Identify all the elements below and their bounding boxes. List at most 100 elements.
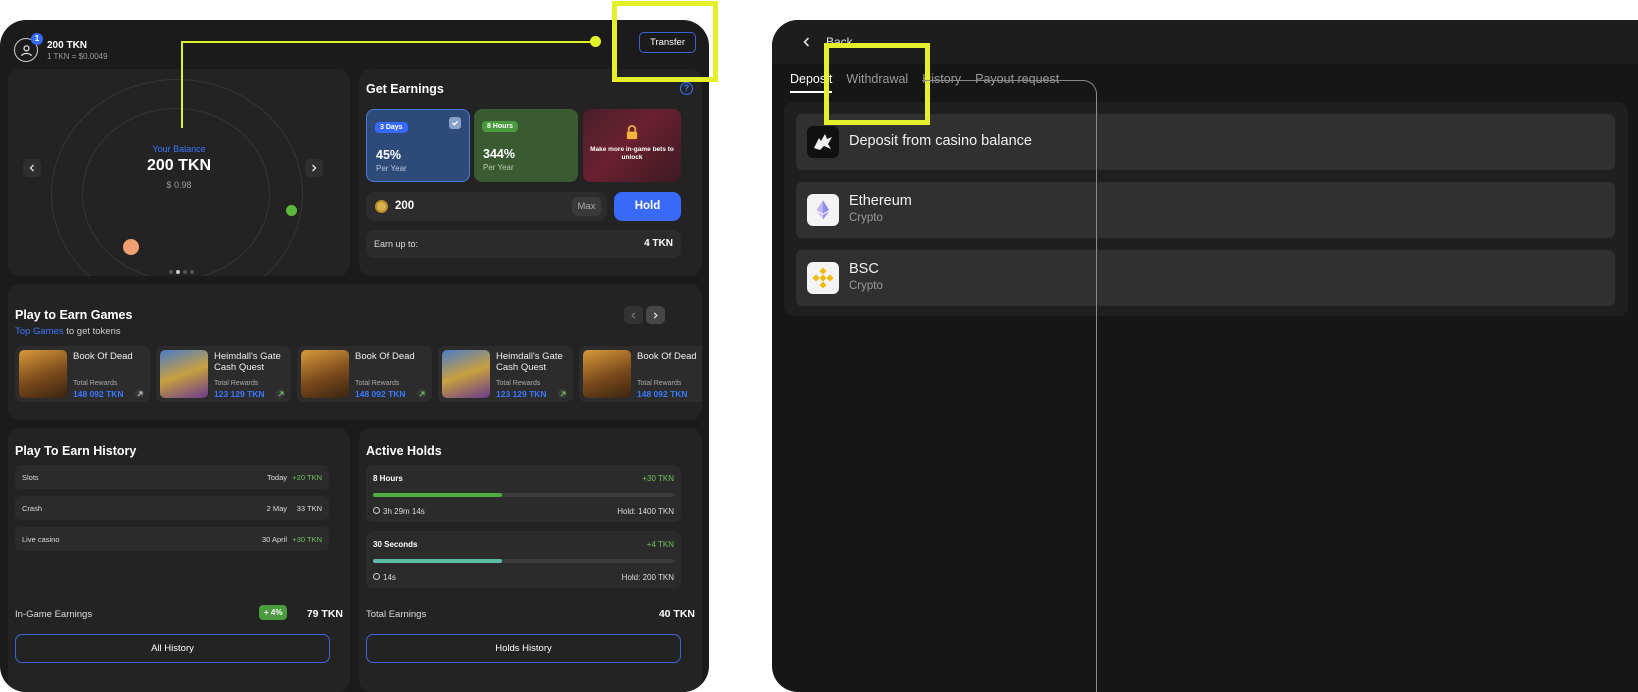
history-row: Slots Today +20 TKN <box>15 465 329 489</box>
holds-history-button[interactable]: Holds History <box>366 634 681 663</box>
plan-per: Per Year <box>483 163 514 172</box>
open-arrow-icon[interactable] <box>135 389 144 398</box>
earn-dashboard-panel: 1 200 TKN 1 TKN = $0.0049 Transfer Your … <box>0 20 709 692</box>
profile-button[interactable]: 1 <box>14 33 43 62</box>
rewards-label: Total Rewards <box>73 380 118 387</box>
orbit-orb <box>123 239 139 255</box>
chevron-left-icon <box>631 311 636 319</box>
balance-card: Your Balance 200 TKN $ 0.98 <box>8 69 350 276</box>
games-subtitle: Top Games to get tokens <box>15 326 121 337</box>
plan-rate: 344% <box>483 147 515 161</box>
history-row: Live casino 30 April +30 TKN <box>15 527 329 551</box>
game-thumbnail <box>160 350 208 398</box>
game-card[interactable]: Heimdall's Gate Cash Quest Total Rewards… <box>156 346 291 402</box>
carousel-dots[interactable] <box>169 270 194 274</box>
chevron-right-icon <box>653 311 658 319</box>
all-history-button[interactable]: All History <box>15 634 330 663</box>
top-games-link[interactable]: Top Games <box>15 326 64 337</box>
deposit-option-ethereum[interactable]: Ethereum Crypto <box>796 182 1615 238</box>
check-icon <box>449 117 461 129</box>
game-thumbnail <box>301 350 349 398</box>
game-thumbnail <box>442 350 490 398</box>
card-title: Get Earnings <box>366 82 444 96</box>
deposit-option-bsc[interactable]: BSC Crypto <box>796 250 1615 306</box>
games-carousel[interactable]: Book Of Dead Total Rewards 148 092 TKN H… <box>15 346 702 402</box>
open-arrow-icon[interactable] <box>558 389 567 398</box>
play-to-earn-games-card: Play to Earn Games Top Games to get toke… <box>8 284 702 420</box>
connector-line <box>1096 94 1097 692</box>
lock-icon <box>626 125 638 140</box>
clock-icon <box>373 507 380 514</box>
header: 1 200 TKN 1 TKN = $0.0049 <box>14 33 108 66</box>
rewards-value: 148 092 TKN <box>637 389 688 399</box>
play-to-earn-history-card: Play To Earn History Slots Today +20 TKN… <box>8 428 350 692</box>
orbit-orb <box>286 205 297 216</box>
back-arrow-icon[interactable] <box>802 37 812 47</box>
earn-up-value: 4 TKN <box>644 238 673 249</box>
clock-icon <box>373 573 380 580</box>
hold-progress <box>373 559 674 563</box>
open-arrow-icon[interactable] <box>276 389 285 398</box>
rewards-value: 148 092 TKN <box>73 389 124 399</box>
max-button[interactable]: Max <box>572 197 601 216</box>
option-type: Crypto <box>849 212 883 224</box>
header-balance: 200 TKN <box>47 39 88 51</box>
earn-up-label: Earn up to: <box>374 239 419 249</box>
next-button[interactable] <box>305 159 323 177</box>
card-title: Active Holds <box>366 444 442 458</box>
game-thumbnail <box>19 350 67 398</box>
connector-line <box>922 80 1097 110</box>
orbit-ring <box>82 108 270 276</box>
rewards-value: 123 129 TKN <box>496 389 547 399</box>
lion-logo-icon <box>807 126 839 158</box>
hold-progress <box>373 493 674 497</box>
user-icon <box>20 44 32 56</box>
chevron-right-icon <box>312 164 317 172</box>
header-rate: 1 TKN = $0.0049 <box>47 51 108 61</box>
game-title: Book Of Dead <box>73 351 133 362</box>
balance-label: Your Balance <box>152 144 206 154</box>
plan-chip: 8 Hours <box>482 121 519 132</box>
option-name: Deposit from casino balance <box>849 133 1032 149</box>
hold-item: 30 Seconds +4 TKN 14s Hold: 200 TKN <box>366 531 681 588</box>
open-arrow-icon[interactable] <box>417 389 426 398</box>
rewards-value: 148 092 TKN <box>355 389 406 399</box>
amount-value: 200 <box>395 200 415 212</box>
game-card[interactable]: Heimdall's Gate Cash Quest Total Rewards… <box>438 346 573 402</box>
game-title: Heimdall's Gate Cash Quest <box>214 351 281 373</box>
rewards-label: Total Rewards <box>496 380 541 387</box>
hold-button[interactable]: Hold <box>614 192 681 221</box>
game-card[interactable]: Book Of Dead Total Rewards 148 092 TKN <box>15 346 150 402</box>
card-title: Play to Earn Games <box>15 308 133 322</box>
connector-line <box>181 41 183 128</box>
game-card[interactable]: Book Of Dead Total Rewards 148 092 TKN <box>297 346 432 402</box>
games-next-button[interactable] <box>646 306 665 324</box>
total-earnings-label: Total Earnings <box>366 609 427 620</box>
deposit-options: Deposit from casino balance Ethereum Cry… <box>784 102 1628 316</box>
rewards-value: 123 129 TKN <box>214 389 265 399</box>
game-card[interactable]: Book Of Dead Total Rewards 148 092 TKN <box>579 346 702 402</box>
highlight-box <box>612 1 718 82</box>
option-type: Crypto <box>849 280 883 292</box>
total-earnings-value: 40 TKN <box>658 608 695 620</box>
plan-8-hours[interactable]: 8 Hours 344% Per Year <box>474 109 578 182</box>
in-game-earnings-label: In-Game Earnings <box>15 609 93 620</box>
game-thumbnail <box>583 350 631 398</box>
prev-button[interactable] <box>23 159 41 177</box>
connector-line <box>181 41 595 43</box>
games-prev-button[interactable] <box>624 306 643 324</box>
get-earnings-card: Get Earnings ? 3 Days 45% Per Year 8 Hou… <box>359 69 702 276</box>
notification-badge: 1 <box>31 33 43 45</box>
plan-per: Per Year <box>376 164 407 173</box>
in-game-earnings-value: 79 TKN <box>306 608 343 620</box>
rewards-label: Total Rewards <box>214 380 259 387</box>
balance-usd: $ 0.98 <box>166 180 192 190</box>
plan-3-days[interactable]: 3 Days 45% Per Year <box>366 109 470 182</box>
amount-input[interactable]: 200 Max <box>366 192 607 221</box>
connector-dot <box>590 36 601 47</box>
earn-up-row: Earn up to: 4 TKN <box>366 230 681 258</box>
active-holds-card: Active Holds 8 Hours +30 TKN 3h 29m 14s … <box>359 428 702 692</box>
history-row: Crash 2 May 33 TKN <box>15 496 329 520</box>
help-icon[interactable]: ? <box>680 82 693 95</box>
option-name: BSC <box>849 261 879 277</box>
